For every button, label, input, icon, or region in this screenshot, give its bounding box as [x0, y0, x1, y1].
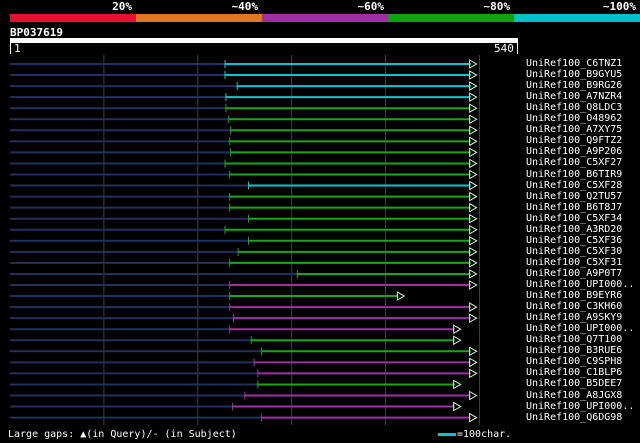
- hit-end-arrow-icon: [469, 269, 478, 279]
- hit-name-link[interactable]: UniRef100_B6T8J7: [526, 202, 622, 213]
- hit-name-link[interactable]: UniRef100_A9P206: [526, 146, 622, 157]
- hit-end-arrow-icon: [469, 390, 478, 401]
- hit-end-arrow-icon: [469, 302, 478, 312]
- hit-name-link[interactable]: UniRef100_C5XF34: [526, 213, 622, 224]
- hit-name-link[interactable]: UniRef100_Q9FTZ2: [526, 135, 622, 146]
- hit-end-arrow-icon: [469, 103, 478, 114]
- hit-end-arrow-icon: [469, 202, 478, 213]
- hit-end-arrow-icon: [469, 59, 478, 69]
- hit-name-link[interactable]: UniRef100_A8JGX8: [526, 390, 622, 401]
- hit-name-link[interactable]: UniRef100_C5XF28: [526, 180, 622, 191]
- hit-end-arrow-icon: [396, 291, 406, 301]
- hit-name-link[interactable]: UniRef100_C6TNZ1: [526, 58, 622, 69]
- hit-end-arrow-icon: [469, 346, 478, 357]
- hit-name-link[interactable]: UniRef100_Q7T100: [526, 334, 622, 345]
- hit-end-arrow-icon: [469, 125, 478, 136]
- hit-end-arrow-icon: [469, 169, 478, 180]
- scale-label: =100char.: [457, 429, 512, 440]
- hit-name-link[interactable]: UniRef100_UPI000..: [526, 401, 634, 412]
- hit-name-link[interactable]: UniRef100_B3RUE6: [526, 345, 622, 356]
- hit-end-arrow-icon: [469, 313, 478, 324]
- hit-name-link[interactable]: UniRef100_Q6DG98: [526, 412, 622, 423]
- hit-name-link[interactable]: UniRef100_UPI000..: [526, 323, 634, 334]
- hit-name-link[interactable]: UniRef100_A9SKY9: [526, 312, 622, 323]
- hit-name-link[interactable]: UniRef100_C9SPH8: [526, 356, 622, 367]
- hit-name-link[interactable]: UniRef100_B9GYU5: [526, 69, 622, 80]
- hit-name-link[interactable]: UniRef100_A7XY75: [526, 124, 622, 135]
- hit-name-link[interactable]: UniRef100_Q2TU57: [526, 191, 622, 202]
- hit-end-arrow-icon: [469, 235, 478, 246]
- hit-name-link[interactable]: UniRef100_C5XF30: [526, 246, 622, 257]
- hit-name-link[interactable]: UniRef100_B9RG26: [526, 80, 622, 91]
- hit-end-arrow-icon: [469, 180, 478, 191]
- hit-name-link[interactable]: UniRef100_B5DEE7: [526, 378, 622, 389]
- hit-name-link[interactable]: UniRef100_B9EYR6: [526, 290, 622, 301]
- hit-end-arrow-icon: [469, 280, 478, 290]
- hit-name-link[interactable]: UniRef100_B6TIR9: [526, 169, 622, 180]
- hit-end-arrow-icon: [469, 81, 478, 91]
- hit-end-arrow-icon: [469, 136, 478, 147]
- hit-name-link[interactable]: UniRef100_C5XF36: [526, 235, 622, 246]
- hit-end-arrow-icon: [469, 92, 478, 103]
- hit-name-link[interactable]: UniRef100_Q8LDC3: [526, 102, 622, 113]
- hit-end-arrow-icon: [469, 258, 478, 268]
- hit-end-arrow-icon: [469, 246, 478, 257]
- hit-end-arrow-icon: [469, 213, 478, 224]
- hit-end-arrow-icon: [469, 224, 478, 235]
- hit-end-arrow-icon: [469, 357, 478, 368]
- hit-end-arrow-icon: [469, 368, 478, 379]
- hit-name-link[interactable]: UniRef100_C3KH60: [526, 301, 622, 312]
- hit-end-arrow-icon: [469, 158, 478, 169]
- hit-name-link[interactable]: UniRef100_C1BLP6: [526, 367, 622, 378]
- hit-name-link[interactable]: UniRef100_C5XF31: [526, 257, 622, 268]
- hit-end-arrow-icon: [469, 147, 478, 158]
- gaps-legend: Large gaps: ▲(in Query)/- (in Subject): [8, 429, 237, 440]
- hit-name-link[interactable]: UniRef100_C5XF27: [526, 157, 622, 168]
- hit-end-arrow-icon: [453, 401, 462, 412]
- hit-end-arrow-icon: [453, 335, 462, 346]
- scale-bar-icon: [438, 432, 456, 436]
- hit-name-link[interactable]: UniRef100_UPI000..: [526, 279, 634, 290]
- hit-name-link[interactable]: UniRef100_A3RD20: [526, 224, 622, 235]
- hit-end-arrow-icon: [469, 191, 478, 202]
- hit-end-arrow-icon: [469, 70, 478, 80]
- hit-end-arrow-icon: [469, 114, 478, 125]
- hit-name-link[interactable]: UniRef100_O48962: [526, 113, 622, 124]
- hit-end-arrow-icon: [453, 379, 462, 390]
- hit-name-link[interactable]: UniRef100_A7NZR4: [526, 91, 622, 102]
- hit-end-arrow-icon: [469, 412, 478, 423]
- scale-legend: =100char.: [438, 429, 511, 440]
- hit-name-link[interactable]: UniRef100_A9P0T7: [526, 268, 622, 279]
- hit-end-arrow-icon: [453, 324, 462, 335]
